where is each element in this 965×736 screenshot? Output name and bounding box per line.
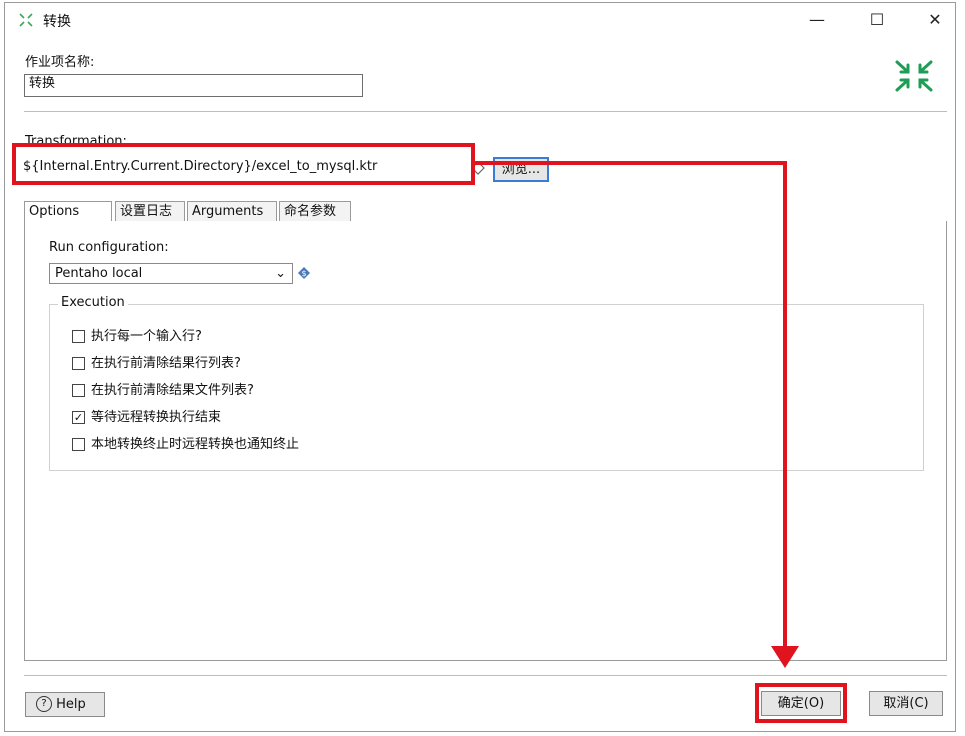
execution-group-title: Execution	[58, 295, 128, 310]
tab-named-parameters[interactable]: 命名参数	[279, 201, 351, 222]
options-panel: Run configuration: Pentaho local ⌄ $ Exe…	[24, 221, 947, 661]
run-configuration-label: Run configuration:	[49, 240, 169, 255]
chevron-down-icon: ⌄	[275, 266, 286, 281]
job-entry-name-field[interactable]: 转换	[24, 74, 363, 97]
tab-arguments[interactable]: Arguments	[187, 201, 277, 222]
checkbox-checked[interactable]: ✓	[72, 411, 85, 424]
annotation-arrowhead-icon	[771, 646, 799, 668]
run-configuration-value: Pentaho local	[55, 266, 143, 281]
transformation-app-icon	[19, 13, 33, 27]
checkbox[interactable]	[72, 438, 85, 451]
annotation-highlight-ok	[755, 683, 847, 723]
annotation-connector-horizontal	[475, 161, 787, 165]
checkbox-label: 本地转换终止时远程转换也通知终止	[91, 437, 300, 452]
help-button[interactable]: ? Help	[25, 692, 105, 717]
cancel-button[interactable]: 取消(C)	[869, 691, 943, 716]
window-title: 转换	[43, 14, 71, 30]
checkbox-label: 执行每一个输入行?	[91, 329, 202, 344]
help-label: Help	[56, 697, 86, 712]
maximize-button[interactable]: ☐	[855, 7, 899, 33]
minimize-button[interactable]: —	[795, 7, 839, 33]
maximize-icon: ☐	[869, 10, 885, 29]
tab-logging[interactable]: 设置日志	[115, 201, 185, 222]
dialog-window: 转换 — ☐ ✕ 作业项名称: 转换 Transformation: ${Int…	[4, 2, 956, 732]
svg-text:$: $	[301, 269, 306, 278]
close-icon: ✕	[928, 10, 942, 29]
header-separator	[24, 111, 947, 112]
minimize-icon: —	[809, 10, 825, 29]
run-configuration-select[interactable]: Pentaho local ⌄	[49, 263, 293, 284]
checkbox-label: 等待远程转换执行结束	[91, 410, 222, 425]
checkbox-label: 在执行前清除结果行列表?	[91, 356, 241, 371]
checkbox[interactable]	[72, 330, 85, 343]
job-entry-name-label: 作业项名称:	[25, 55, 95, 70]
close-button[interactable]: ✕	[913, 7, 957, 33]
title-bar: 转换 — ☐ ✕	[5, 3, 955, 37]
tab-options[interactable]: Options	[24, 201, 112, 223]
annotation-highlight-path	[12, 143, 475, 185]
footer-separator	[24, 675, 947, 676]
variable-dollar-icon: $	[298, 267, 310, 279]
execution-group: Execution 执行每一个输入行? 在执行前清除结果行列表? 在执行前清除结…	[49, 295, 924, 471]
transformation-large-icon	[895, 60, 933, 92]
checkbox[interactable]	[72, 384, 85, 397]
help-icon: ?	[36, 695, 52, 712]
checkbox[interactable]	[72, 357, 85, 370]
checkbox-label: 在执行前清除结果文件列表?	[91, 383, 254, 398]
annotation-connector-vertical	[783, 161, 787, 649]
tab-container: Options 设置日志 Arguments 命名参数 Run configur…	[24, 201, 947, 661]
